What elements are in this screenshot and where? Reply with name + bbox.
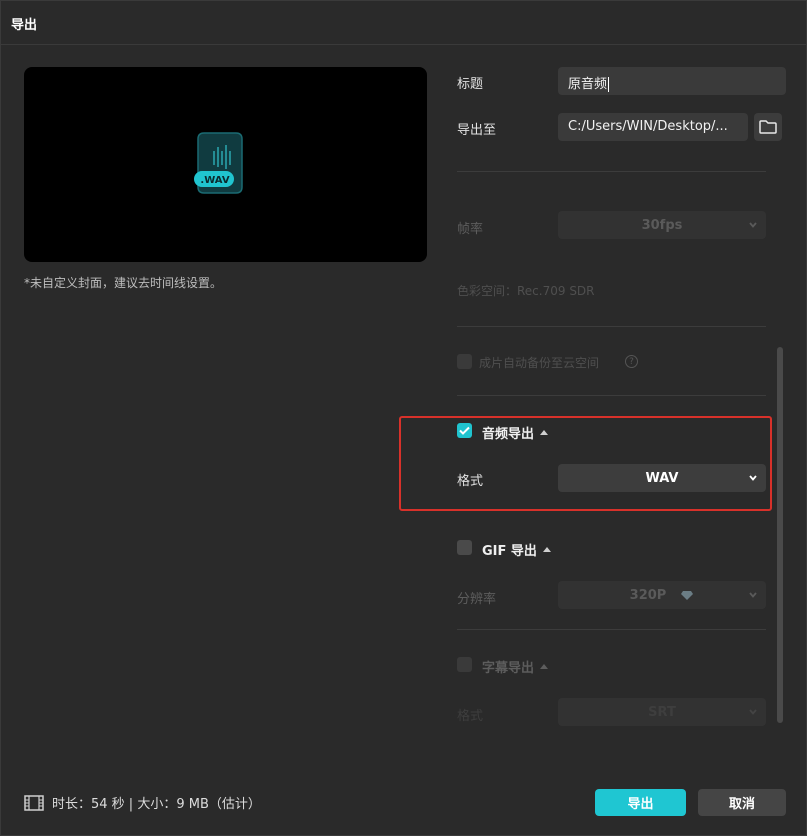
highlight-annotation xyxy=(399,416,772,511)
auto-backup-label: 成片自动备份至云空间 xyxy=(479,356,600,370)
cancel-button[interactable]: 取消 xyxy=(698,789,786,816)
title-input[interactable]: 原音频 xyxy=(558,67,786,95)
caret-up-icon xyxy=(540,664,549,669)
wav-file-icon xyxy=(194,132,243,194)
scrollbar-thumb[interactable] xyxy=(777,347,783,723)
title-label: 标题 xyxy=(457,77,484,92)
export-dialog: 导出 .WAV *未自定义封面，建议去时间线设置。 标题 原音频 导出至 C:/… xyxy=(0,0,807,836)
gif-export-checkbox[interactable] xyxy=(457,540,472,555)
frame-rate-select: 30fps xyxy=(558,211,766,239)
export-button[interactable]: 导出 xyxy=(595,789,686,816)
subtitle-format-select: SRT xyxy=(558,698,766,726)
caret-up-icon xyxy=(542,547,551,552)
gif-resolution-select: 320P xyxy=(558,581,766,609)
chevron-down-icon xyxy=(749,592,757,598)
export-summary: 时长：54 秒 | 大小：9 MB（估计） xyxy=(24,793,261,812)
help-glyph: ? xyxy=(629,356,634,367)
color-space-text: 色彩空间：Rec.709 SDR xyxy=(457,284,595,298)
gif-export-label: GIF 导出 xyxy=(482,544,537,559)
gif-export-toggle[interactable]: GIF 导出 xyxy=(482,540,551,559)
subtitle-format-value: SRT xyxy=(648,704,676,720)
subtitle-export-toggle: 字幕导出 xyxy=(482,657,549,676)
help-icon: ? xyxy=(625,355,638,368)
auto-backup-checkbox xyxy=(457,354,472,369)
subtitle-export-label: 字幕导出 xyxy=(482,661,535,676)
subtitle-format-label: 格式 xyxy=(457,709,484,724)
preview-area: .WAV xyxy=(24,67,427,262)
browse-folder-button[interactable] xyxy=(754,113,782,141)
divider xyxy=(457,171,766,172)
chevron-down-icon xyxy=(749,709,757,715)
divider xyxy=(457,326,766,327)
export-path-input[interactable]: C:/Users/WIN/Desktop/... xyxy=(558,113,748,141)
wav-badge-text: .WAV xyxy=(200,175,230,186)
divider xyxy=(457,629,766,630)
frame-rate-label: 帧率 xyxy=(457,222,484,237)
film-icon xyxy=(24,794,44,811)
folder-icon xyxy=(759,120,777,134)
subtitle-export-checkbox xyxy=(457,657,472,672)
chevron-down-icon xyxy=(749,222,757,228)
gif-resolution-label: 分辨率 xyxy=(457,592,497,607)
text-cursor xyxy=(608,77,610,92)
title-bar: 导出 xyxy=(1,1,806,45)
dialog-title: 导出 xyxy=(11,18,38,33)
divider xyxy=(457,395,766,396)
export-to-label: 导出至 xyxy=(457,123,497,138)
title-input-value: 原音频 xyxy=(568,77,608,92)
cover-note: *未自定义封面，建议去时间线设置。 xyxy=(24,276,223,290)
diamond-icon xyxy=(681,590,694,600)
gif-resolution-value: 320P xyxy=(629,587,667,603)
frame-rate-value: 30fps xyxy=(641,217,683,233)
summary-text: 时长：54 秒 | 大小：9 MB（估计） xyxy=(52,797,261,812)
